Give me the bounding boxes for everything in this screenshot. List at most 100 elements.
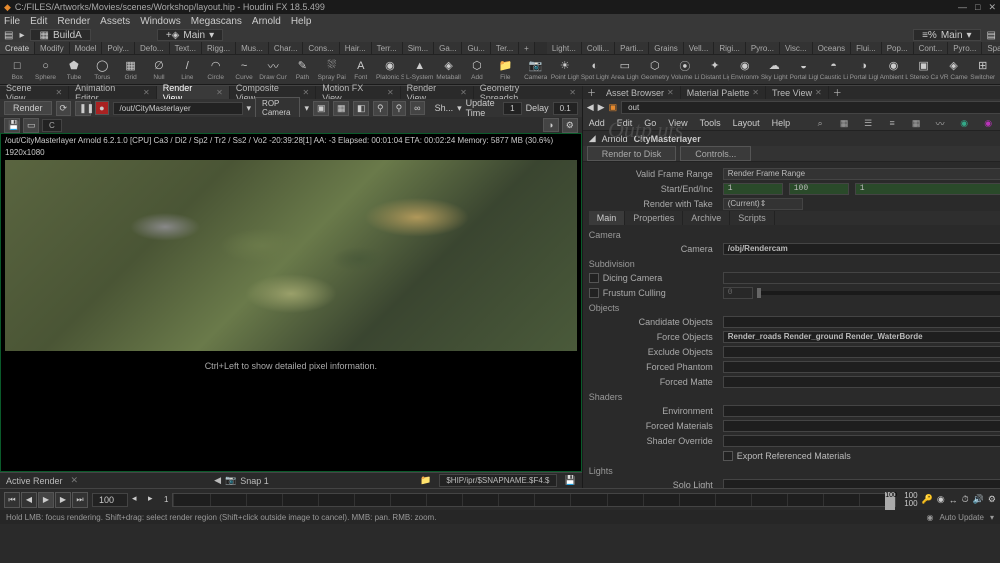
refresh-icon[interactable]: ⟳ [56,101,72,116]
gear-icon[interactable]: ⚙ [562,118,578,133]
shelf-tab[interactable]: Light... [547,42,582,54]
shelf-tool-sky-light[interactable]: ☁Sky Light [761,56,788,84]
wire-icon[interactable]: 〰 [934,117,946,129]
delay-field[interactable]: 0.1 [553,102,578,115]
start-field[interactable]: 1 [723,183,783,195]
layout-icon[interactable]: ▦ [838,117,850,129]
menu-edit[interactable]: Edit [30,16,47,27]
shelf-tool-portal-light[interactable]: ◒Portal Light [790,56,818,84]
menu-arnold[interactable]: Arnold [252,16,281,27]
update-dd-icon[interactable]: ▾ [990,513,994,522]
shelf-tab[interactable]: Create [0,42,35,54]
shelf-tab[interactable]: Oceans [813,42,852,54]
shelf-tool-sphere[interactable]: ○Sphere [32,56,58,84]
env-field[interactable] [723,405,1000,417]
shelf-tool-tube[interactable]: ⬟Tube [61,56,87,84]
rop-path-field[interactable]: /out/CityMasterlayer [113,102,243,115]
key-icon[interactable]: 🔑 [922,494,933,505]
net-menu-edit[interactable]: Edit [617,118,633,128]
menu-help[interactable]: Help [291,16,312,27]
solo-light-field[interactable] [723,479,1000,489]
prev-frame-icon[interactable]: ◀ [21,492,37,508]
frustum-checkbox[interactable] [589,288,599,298]
c-field[interactable]: C [42,119,62,132]
shelf-tool-line[interactable]: /Line [174,56,200,84]
shelf-tool-path[interactable]: ✎Path [289,56,315,84]
shelf-tool-portal-light[interactable]: ◑Portal Light [850,56,878,84]
parm-tab-archive[interactable]: Archive [683,211,730,225]
forced-matte-field[interactable] [723,376,1000,388]
shelf-tab[interactable]: Flui... [851,42,882,54]
shelf-tab[interactable]: + [519,42,535,54]
shelf-tool-caustic-light[interactable]: ◓Caustic Light [820,56,848,84]
display-icon[interactable]: ◉ [958,117,970,129]
force-obj-field[interactable]: Render_roads Render_ground Render_WaterB… [723,331,1000,343]
parm-tab-properties[interactable]: Properties [625,211,683,225]
update-time-field[interactable]: 1 [503,102,521,115]
shader-ov-field[interactable] [723,435,1000,447]
snap-prev-icon[interactable]: ◀ [214,475,221,486]
range-icon[interactable]: ↔ [949,495,958,505]
shelf-tool-switcher[interactable]: ⊞Switcher [970,56,996,84]
network-path-field[interactable]: out [621,101,1000,114]
shelf-tool-vr-camera[interactable]: ◈VR Camera [940,56,968,84]
shelf-tool-ambient-light[interactable]: ◉Ambient Light [880,56,908,84]
shelf-tab[interactable]: Pyro... [746,42,780,54]
shelf-tab[interactable]: Grains [649,42,684,54]
shelf-tab[interactable]: Poly... [102,42,135,54]
shelf-tab[interactable]: Model [70,42,103,54]
shelf-tab[interactable]: Visc... [780,42,813,54]
tree-icon[interactable]: ☰ [862,117,874,129]
shelf-tab[interactable]: Terr... [372,42,403,54]
shelf-tab[interactable]: Pop... [882,42,914,54]
menu-windows[interactable]: Windows [140,16,181,27]
shelf-tool-l-system[interactable]: ▲L-System [406,56,433,84]
shelf-tool-add[interactable]: ⬡Add [464,56,490,84]
net-menu-add[interactable]: Add [589,118,605,128]
shelf-tab[interactable]: Rigg... [202,42,236,54]
current-frame-field[interactable]: 100 [92,493,128,507]
menu-megascans[interactable]: Megascans [191,16,242,27]
share-dd-icon[interactable]: ▾ [457,103,462,114]
pane-menu-icon[interactable]: ▤ [4,30,13,41]
next-frame-icon[interactable]: ▶ [55,492,71,508]
snapshot-save-icon[interactable]: 💾 [565,475,576,486]
shelf-tab[interactable]: Gu... [462,42,490,54]
excl-obj-field[interactable] [723,346,1000,358]
shelf-tool-environment-light[interactable]: ◉Environment Light [731,56,759,84]
shelf-tool-stereo-camera[interactable]: ▣Stereo Camera [910,56,938,84]
playhead[interactable]: 100 [885,492,895,510]
shelf-tab[interactable]: Mus... [236,42,269,54]
shelf-tool-box[interactable]: □Box [4,56,30,84]
camera-selector[interactable]: ROP Camera [255,97,300,119]
shelf-tab[interactable]: Colli... [582,42,615,54]
save-icon[interactable]: 💾 [4,118,20,133]
render-to-disk-button[interactable]: Render to Disk [587,146,677,161]
snapshot-path-field[interactable]: $HIP/ipr/$SNAPNAME.$F4.$ [439,474,556,487]
shelf-tab[interactable]: Defo... [135,42,170,54]
dicing-checkbox[interactable] [589,273,599,283]
export-ref-checkbox[interactable] [723,451,733,461]
close-tab-icon[interactable]: ✕ [303,88,310,97]
close-tab-icon[interactable]: ✕ [55,88,62,97]
menu-render[interactable]: Render [57,16,90,27]
close-tab-icon[interactable]: ✕ [216,88,223,97]
zoom-in-icon[interactable]: ⚲ [392,101,407,116]
first-frame-icon[interactable]: ⏮ [4,492,20,508]
find-icon[interactable]: ⌕ [814,117,826,129]
frustum-slider[interactable] [757,291,1000,295]
end-field[interactable]: 100 [789,183,849,195]
shelf-tool-volume-light[interactable]: ⦿Volume Light [671,56,699,84]
pane-selector-main2[interactable]: ≡% Main ▾ [913,29,980,41]
node-name-field[interactable]: CityMasterlayer [634,134,701,144]
stow-icon[interactable]: ▸ [19,30,24,41]
shelf-tool-curve[interactable]: ~Curve [231,56,257,84]
shelf-tool-metaball[interactable]: ◈Metaball [435,56,461,84]
shelf-tab[interactable]: Hair... [340,42,372,54]
list-icon[interactable]: ≡ [886,117,898,129]
render-viewport[interactable]: /out/CityMasterlayer Arnold 6.2.1.0 [CPU… [0,133,582,472]
menu-file[interactable]: File [4,16,20,27]
aov-icon[interactable]: ▦ [333,101,349,116]
rop-chooser-icon[interactable]: ▾ [247,103,252,114]
shelf-tool-distant-light[interactable]: ✦Distant Light [701,56,729,84]
